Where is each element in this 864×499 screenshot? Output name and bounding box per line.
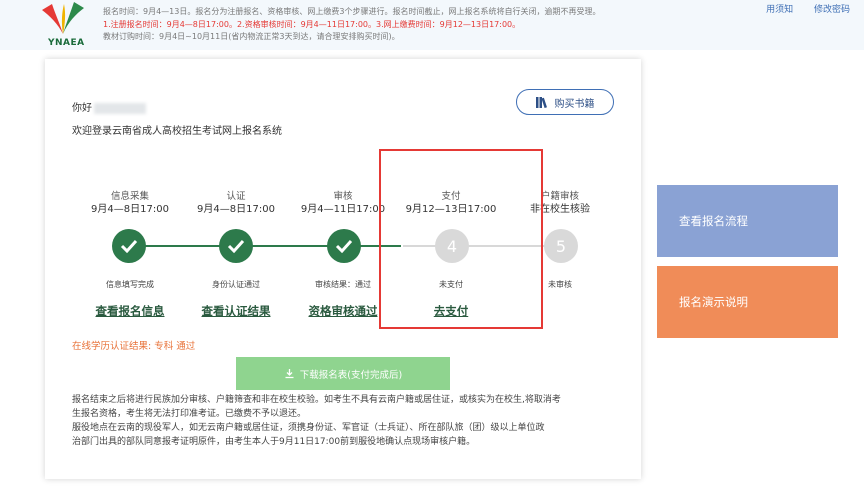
notice-line-3: 教材订购时间：9月4日~10月11日(省内物流正常3天到达，请合理安排购买时间)… — [103, 32, 400, 41]
download-icon — [285, 369, 294, 379]
education-certification-result: 在线学历认证结果: 专科 通过 — [72, 341, 196, 352]
step-1-status: 信息填写完成 — [106, 280, 154, 289]
step-3-complete — [327, 229, 361, 263]
greeting: 你好 — [72, 99, 146, 114]
download-label: 下载报名表(支付完成后) — [299, 369, 403, 381]
registration-demo-label: 报名演示说明 — [679, 295, 748, 309]
buy-books-button[interactable]: 购买书籍 — [516, 89, 614, 115]
welcome-text: 欢迎登录云南省成人高校招生考试网上报名系统 — [72, 126, 282, 137]
download-registration-form-button[interactable]: 下载报名表(支付完成后) — [236, 357, 450, 390]
check-icon — [335, 239, 353, 253]
modify-password-link[interactable]: 修改密码 — [814, 5, 850, 15]
notice-link[interactable]: 用须知 — [766, 5, 793, 15]
top-links: 用须知 修改密码 — [748, 2, 850, 15]
notice-footer: 报名结束之后将进行民族加分审核、户籍筛查和非在校生校验。如考生不具有云南户籍或居… — [72, 393, 628, 449]
step-1-header: 信息采集 9月4—8日17:00 — [75, 190, 185, 216]
step-2-status: 身份认证通过 — [212, 280, 260, 289]
payment-step-highlight — [379, 149, 543, 329]
step-5-number: 5 — [555, 236, 567, 256]
top-notice-bar: YNAEA 报名时间：9月4—13日。报名分为注册报名、资格审核、网上缴费3个步… — [0, 0, 864, 50]
step-2-date: 9月4—8日17:00 — [197, 204, 275, 215]
registration-card: 你好 欢迎登录云南省成人高校招生考试网上报名系统 购买书籍 信息采集 9月4—8… — [45, 59, 641, 479]
books-icon — [535, 97, 547, 108]
registration-demo-card[interactable]: 报名演示说明 — [657, 266, 838, 338]
step-1-title: 信息采集 — [110, 191, 149, 202]
step-1-complete — [112, 229, 146, 263]
step-1-date: 9月4—8日17:00 — [91, 204, 169, 215]
greeting-text: 你好 — [72, 103, 92, 114]
notice-text: 报名时间：9月4—13日。报名分为注册报名、资格审核、网上缴费3个步骤进行。报名… — [103, 6, 663, 44]
step-2-header: 认证 9月4—8日17:00 — [181, 190, 291, 216]
footer-line-3: 服役地点在云南的现役军人，如无云南户籍或居住证，须携身份证、军官证（士兵证）、所… — [72, 423, 545, 433]
view-registration-flow-card[interactable]: 查看报名流程 — [657, 185, 838, 257]
notice-line-2: 1.注册报名时间：9月4—8日17:00。2.资格审核时间：9月4—11日17:… — [103, 19, 521, 29]
check-icon — [120, 239, 138, 253]
check-icon — [227, 239, 245, 253]
logo-text: YNAEA — [48, 38, 85, 48]
step-5-pending: 5 — [544, 229, 578, 263]
notice-line-1: 报名时间：9月4—13日。报名分为注册报名、资格审核、网上缴费3个步骤进行。报名… — [103, 7, 601, 16]
step-2-title: 认证 — [226, 191, 246, 202]
buy-books-label: 购买书籍 — [554, 98, 595, 110]
footer-line-4: 治部门出具的部队同意报考证明原件，由考生本人于9月11日17:00前到服役地确认… — [72, 437, 476, 447]
view-registration-flow-label: 查看报名流程 — [679, 214, 748, 228]
step-2-complete — [219, 229, 253, 263]
username-redacted — [94, 102, 146, 114]
footer-line-1: 报名结束之后将进行民族加分审核、户籍筛查和非在校生校验。如考生不具有云南户籍或居… — [72, 395, 561, 405]
footer-line-2: 生报名资格，考生将无法打印准考证。已缴费不予以退还。 — [72, 409, 307, 419]
